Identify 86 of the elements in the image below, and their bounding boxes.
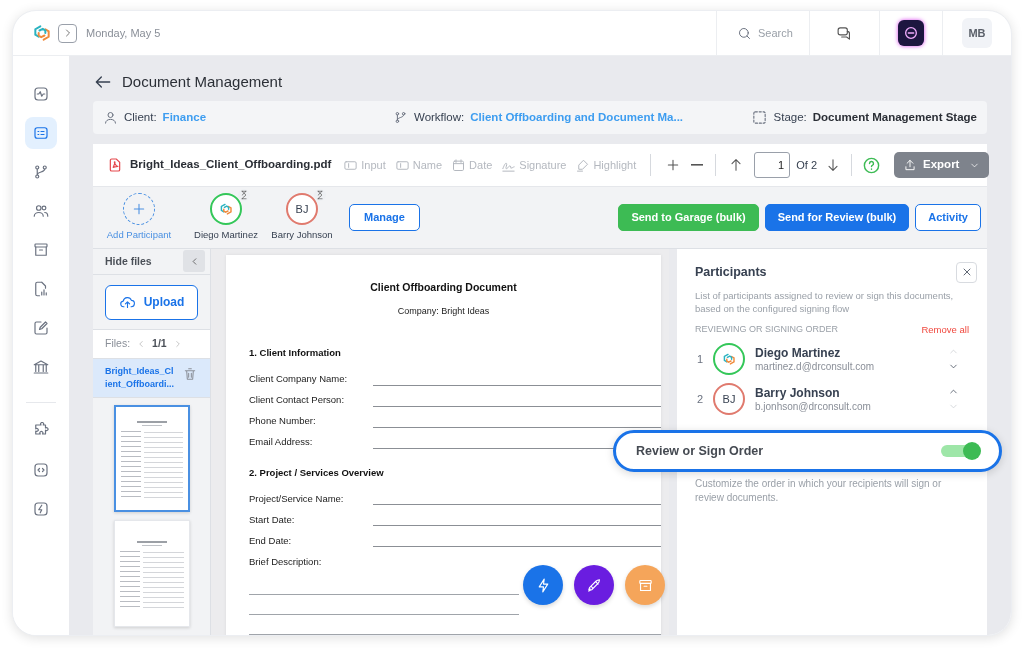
participant-email: martinez.d@drconsult.com — [755, 360, 876, 373]
action-button[interactable]: Send to Garage (bulk) — [618, 204, 759, 231]
participant-name: Diego Martinez — [194, 227, 258, 242]
help-button[interactable] — [862, 155, 882, 175]
manage-button[interactable]: Manage — [349, 204, 420, 231]
add-participant-button[interactable]: Add Participant — [97, 192, 181, 243]
checklist-icon — [32, 124, 50, 142]
participant-email: b.jonhson@drconsult.com — [755, 400, 872, 413]
calendar-icon — [451, 157, 467, 173]
page-field[interactable]: 1 — [754, 152, 791, 178]
branch-icon — [32, 163, 50, 181]
file-item[interactable]: Bright_Ideas_Client_Offboardi... — [93, 359, 210, 398]
code-icon — [32, 461, 50, 479]
toggle-switch[interactable] — [941, 441, 981, 461]
search-field[interactable]: Search — [758, 24, 806, 42]
users-icon — [32, 202, 50, 220]
panel-title: Participants — [695, 263, 767, 281]
info-label: Stage: — [773, 109, 807, 125]
file-name: Bright_Ideas_Client_Offboarding.pdf — [130, 157, 332, 173]
archive-icon — [32, 241, 50, 259]
info-label: Client: — [124, 109, 157, 125]
avatar-initials: BJ — [722, 392, 736, 407]
form-label: Brief Description: — [249, 554, 322, 569]
pulse-icon — [32, 85, 50, 103]
panel-description: List of participants assigned to review or sign this documents, based on the configured signing flow — [695, 289, 955, 315]
participant-name: Diego Martinez — [755, 345, 842, 361]
close-button[interactable] — [956, 261, 977, 283]
order-label: REVIEWING OR SIGNING ORDER — [695, 323, 838, 337]
user-avatar[interactable]: MB — [962, 18, 992, 48]
upload-icon — [903, 158, 918, 172]
files-label: Files: — [105, 336, 131, 352]
upload-button[interactable]: Upload — [105, 284, 198, 320]
info-label: Workflow: — [414, 109, 465, 125]
order-number: 2 — [696, 392, 705, 407]
page-total: Of 2 — [796, 157, 818, 173]
participant-name: Barry Johnson — [755, 385, 841, 401]
avatar-initials: BJ — [295, 201, 309, 217]
page-thumbnail[interactable] — [113, 405, 190, 512]
document-subtitle: Company: Bright Ideas — [396, 304, 491, 318]
pdf-icon — [107, 156, 123, 174]
bolt-icon — [32, 500, 50, 518]
form-label: Email Address: — [249, 435, 314, 450]
edit-icon — [32, 319, 50, 337]
order-number: 1 — [696, 352, 705, 367]
remove-all-link[interactable]: Remove all — [921, 323, 969, 338]
dashed-square-icon — [750, 109, 768, 126]
assistant-button[interactable] — [898, 20, 924, 46]
client-link[interactable]: Finance — [162, 108, 207, 127]
minus-icon — [691, 164, 704, 166]
section-heading: 2. Project / Services Overview — [249, 465, 385, 480]
date-label: Monday, May 5 — [86, 25, 161, 41]
toggle-label: Review or Sign Order — [636, 442, 765, 460]
expand-button[interactable] — [58, 23, 77, 43]
branch-icon — [393, 110, 408, 125]
files-pager: 1/1 — [152, 336, 167, 352]
search-icon — [737, 25, 752, 41]
form-label: Client Contact Person: — [249, 393, 346, 408]
export-button[interactable]: Export — [894, 152, 990, 178]
marker-icon — [575, 157, 591, 173]
action-button[interactable]: Activity — [915, 204, 981, 231]
user-icon — [103, 110, 118, 125]
stage-value: Document Management Stage — [812, 109, 977, 125]
panel-title: Hide files — [105, 253, 152, 269]
form-label: Project/Service Name: — [249, 491, 345, 506]
participant-name: Barry Johnson — [271, 227, 333, 242]
section-heading: 1. Client Information — [249, 346, 342, 361]
sidebar-item[interactable] — [25, 117, 57, 149]
logo-icon — [721, 352, 737, 367]
file-name: Bright_Ideas_Client_Offboardi... — [105, 365, 175, 391]
logo-icon — [32, 23, 52, 43]
form-label: Phone Number: — [249, 414, 317, 429]
form-label: Start Date: — [249, 512, 296, 527]
trash-icon — [182, 366, 198, 382]
document-title: Client Offboarding Document — [369, 280, 518, 295]
workflow-link[interactable]: Client Offboarding and Document Ma... — [470, 108, 684, 127]
collapse-button[interactable] — [183, 250, 205, 273]
logo-icon — [218, 201, 234, 217]
page-title: Document Management — [122, 71, 283, 92]
file-chart-icon — [32, 280, 50, 298]
help-icon — [862, 155, 882, 175]
action-button[interactable]: Send for Review (bulk) — [764, 204, 910, 231]
chat-icon — [836, 24, 853, 42]
order-hint: Customize the order in which your recipients will sign or review documents. — [695, 477, 943, 506]
bank-icon — [32, 358, 50, 376]
form-label: Client Company Name: — [249, 372, 349, 387]
form-label: End Date: — [249, 533, 293, 548]
